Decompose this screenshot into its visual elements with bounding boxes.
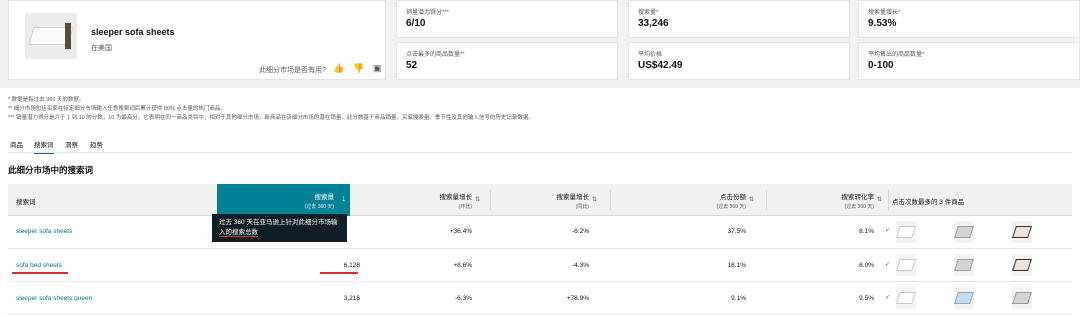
thumbs-up-icon[interactable]: 👍 <box>333 63 344 74</box>
metric-top-clicked-count: 点击最多的商品数量** 52 <box>396 42 618 80</box>
metric-average-price: 平均价格 US$42.49 <box>628 42 850 80</box>
highlight-underline <box>320 272 358 274</box>
product-image[interactable] <box>954 254 974 276</box>
product-image[interactable] <box>1012 221 1032 243</box>
search-growth-yoy: -6.2% <box>572 228 589 235</box>
product-name: sleeper sofa sheets <box>91 27 175 37</box>
search-growth-qoq: +36.4% <box>449 228 472 235</box>
highlight-underline <box>12 272 68 274</box>
metric-average-units-sold: 平均售出的商品数量* 0-100 <box>858 42 1080 80</box>
header-search-term[interactable]: 搜索词 <box>16 196 36 206</box>
section-title: 此细分市场中的搜索词 <box>8 165 94 175</box>
product-image[interactable] <box>1012 287 1032 309</box>
sort-down-icon[interactable]: ↓ <box>342 193 347 203</box>
sort-icon[interactable]: ⇅ <box>475 196 480 203</box>
header-search-volume[interactable]: 搜索量 (过去 360 天) ↓ <box>217 184 350 216</box>
tab-divider <box>8 152 1072 153</box>
conversion-rate: 9.5% <box>859 295 874 302</box>
product-image[interactable] <box>896 287 916 309</box>
header-click-share[interactable]: 点击份额 (过去 360 天) <box>717 191 746 210</box>
table-row: sleeper sofa sheets +36.4% -6.2% 37.5% 8… <box>8 216 1072 249</box>
search-term-link[interactable]: sofa bed sheets <box>16 262 62 269</box>
search-growth-yoy: +78.9% <box>566 295 589 302</box>
search-growth-qoq: -6.3% <box>455 295 472 302</box>
search-growth-qoq: +8.6% <box>453 262 472 269</box>
checkmark-icon: ✓ <box>885 228 891 234</box>
product-card: sleeper sofa sheets 在美国 此细分市场是否有用? 👍 👎 ▣ <box>8 0 386 80</box>
search-term-link[interactable]: sleeper sofa sheets <box>16 228 72 235</box>
tab-insights[interactable]: 洞察 <box>65 139 78 149</box>
product-image[interactable] <box>1012 254 1032 276</box>
conversion-rate: 8.0% <box>859 262 874 269</box>
sort-icon[interactable]: ⇅ <box>749 196 754 203</box>
column-divider <box>888 190 889 210</box>
product-region: 在美国 <box>91 45 112 52</box>
header-growth-qoq[interactable]: 搜索量增长 (环比) <box>440 191 473 210</box>
table-header: 搜索词 搜索量增长 (环比) ⇅ 搜索量增长 (同比) ⇅ 点击份额 (过去 3… <box>8 184 1072 216</box>
click-share: 37.5% <box>727 228 746 235</box>
tab-products[interactable]: 商品 <box>10 139 23 149</box>
column-divider <box>610 190 611 210</box>
product-thumbnail <box>25 13 77 59</box>
sort-icon[interactable]: ⇅ <box>877 196 882 203</box>
search-term-link[interactable]: sleeper sofa sheets queen <box>16 295 92 302</box>
search-volume: 6,128 <box>343 262 360 269</box>
checkmark-icon: ✓ <box>885 262 891 268</box>
conversion-rate: 8.1% <box>859 228 874 235</box>
metric-search-growth: 搜索量增长* 9.53% <box>858 0 1080 38</box>
product-image[interactable] <box>896 221 916 243</box>
search-volume: 3,216 <box>343 295 360 302</box>
footnote: *** 销量潜力得分是介于 1 到 10 的分数，10 为最高分。它表明在同一商… <box>8 115 534 121</box>
column-divider <box>766 190 767 210</box>
search-volume-tooltip: 过去 360 天在亚马逊上针对此细分市场输 入的搜索总数 <box>212 214 347 242</box>
helpful-prompt: 此细分市场是否有用? <box>259 67 326 74</box>
footnote: * 数据是指过去 360 天的数据。 <box>8 97 85 103</box>
metric-search-volume: 搜索量* 33,246 <box>628 0 850 38</box>
header-growth-yoy[interactable]: 搜索量增长 (同比) <box>557 191 590 210</box>
product-image[interactable] <box>954 221 974 243</box>
table-row: sleeper sofa sheets queen 3,216 -6.3% +7… <box>8 282 1072 315</box>
search-growth-yoy: -4.3% <box>572 262 589 269</box>
sort-icon[interactable]: ⇅ <box>592 196 597 203</box>
header-top-clicked: 点击次数最多的 3 件商品 <box>892 199 965 206</box>
table-row: sofa bed sheets 6,128 +8.6% -4.3% 18.1% … <box>8 249 1072 282</box>
metric-sales-potential: 销量潜力得分*** 6/10 <box>396 0 618 38</box>
comment-icon[interactable]: ▣ <box>373 63 382 74</box>
product-image[interactable] <box>954 287 974 309</box>
tab-trends[interactable]: 趋势 <box>90 139 103 149</box>
checkmark-icon: ✓ <box>885 295 891 301</box>
column-divider <box>490 190 491 210</box>
thumbs-down-icon[interactable]: 👎 <box>353 63 364 74</box>
header-conversion[interactable]: 搜索转化率 (过去 360 天) <box>842 191 875 210</box>
click-share: 9.1% <box>731 295 746 302</box>
product-image[interactable] <box>896 254 916 276</box>
footnote: ** 细分市场包括买家在特定细分市场输入任意搜索词后累计获得 80% 点击量的热… <box>8 106 226 112</box>
click-share: 18.1% <box>727 262 746 269</box>
